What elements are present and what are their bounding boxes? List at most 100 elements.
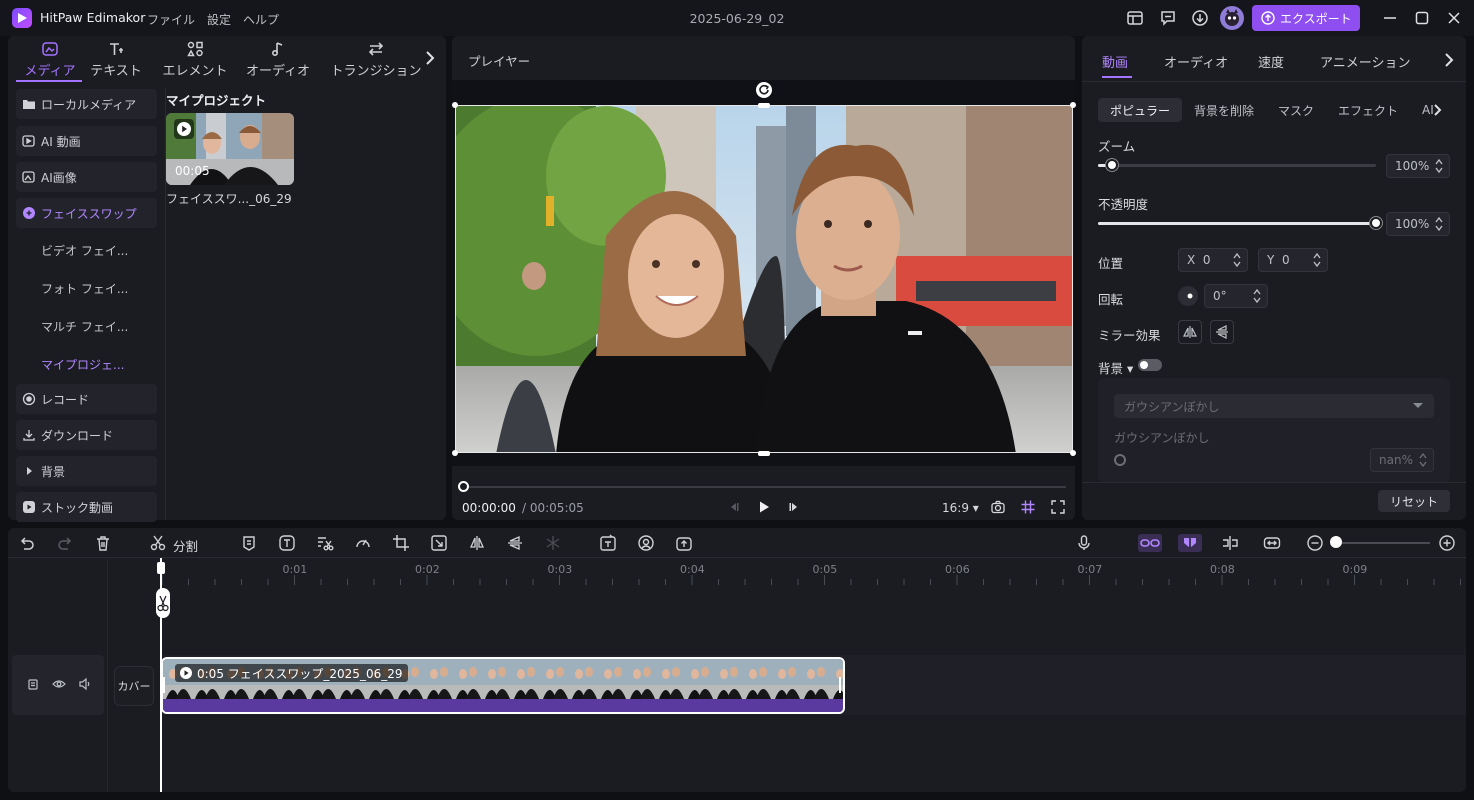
sidebar-item-download[interactable]: ダウンロード [16,420,157,450]
sidebar-sub-my-projects[interactable]: マイプロジェ... [41,356,124,373]
zoom-out-icon[interactable] [1306,534,1324,552]
link-icon[interactable] [1138,534,1162,552]
sidebar-sub-photo-face[interactable]: フォト フェイ... [41,280,128,297]
flip-vertical-icon[interactable] [1210,320,1234,344]
close-icon[interactable] [1445,9,1463,27]
subtab-mask[interactable]: マスク [1278,98,1314,122]
text-box-icon[interactable] [278,534,296,552]
redo-icon[interactable] [56,534,74,552]
reset-button[interactable]: リセット [1378,490,1450,512]
stepper-icon[interactable] [1253,288,1261,304]
clip-trim-handle-left[interactable] [163,677,165,693]
flip-horizontal-icon[interactable] [1178,320,1202,344]
stepper-icon[interactable] [1233,252,1241,268]
speed-icon[interactable] [354,534,372,552]
fit-timeline-icon[interactable] [1263,534,1281,552]
tab-element[interactable]: エレメント [158,36,232,80]
resize-handle[interactable] [758,103,770,108]
export-button[interactable]: エクスポート [1252,5,1360,31]
sidebar-sub-video-face[interactable]: ビデオ フェイ... [41,242,128,259]
subtab-popular[interactable]: ポピュラー [1098,98,1183,122]
feedback-icon[interactable] [1159,9,1177,27]
video-clip[interactable]: 0:05 フェイススワップ_2025_06_29 [161,657,845,714]
grid-icon[interactable] [1020,499,1036,515]
sidebar-item-background[interactable]: 背景 [16,456,157,486]
tab-speed[interactable]: 速度 [1258,52,1284,71]
split-screen-icon[interactable] [1221,534,1239,552]
undo-icon[interactable] [18,534,36,552]
eye-icon[interactable] [52,677,66,691]
playback-progress-knob[interactable] [458,481,469,492]
opacity-slider-knob[interactable] [1370,217,1382,229]
background-label[interactable]: 背景 ▾ [1098,358,1133,377]
maximize-icon[interactable] [1413,9,1431,27]
stepper-icon[interactable] [1313,252,1321,268]
fullscreen-icon[interactable] [1050,499,1066,515]
tab-audio[interactable]: オーディオ [242,36,314,80]
export-clip-icon[interactable] [675,534,693,552]
stepper-icon[interactable] [1435,158,1443,174]
tab-transition[interactable]: トランジション [328,36,424,80]
tab-text[interactable]: テキスト [86,36,146,80]
blur-value-field[interactable]: nan% [1370,448,1434,472]
clip-trim-handle-right[interactable] [839,677,841,693]
opacity-value-field[interactable]: 100% [1386,212,1450,236]
zoom-in-icon[interactable] [1438,534,1456,552]
zoom-slider-knob[interactable] [1105,159,1118,171]
split-button[interactable]: 分割 [173,536,198,555]
tab-media[interactable]: メディア [14,36,86,80]
resize-handle[interactable] [1070,102,1076,108]
stepper-icon[interactable] [1419,452,1427,468]
sidebar-item-ai-video[interactable]: AI 動画 [16,126,157,156]
auto-caption-icon[interactable] [599,534,617,552]
resize-icon[interactable] [430,534,448,552]
volume-icon[interactable] [78,677,92,691]
playback-progress-track[interactable] [466,486,1066,488]
delete-icon[interactable] [94,534,112,552]
timeline-zoom-knob[interactable] [1330,536,1342,548]
crop-icon[interactable] [392,534,410,552]
tab-audio-props[interactable]: オーディオ [1164,52,1228,71]
layout-icon[interactable] [1126,9,1144,27]
scissors-icon[interactable] [149,534,167,552]
sidebar-item-ai-image[interactable]: AI画像 [16,162,157,192]
chevron-right-icon[interactable] [1430,100,1444,120]
resize-handle[interactable] [758,451,770,456]
microphone-icon[interactable] [1075,534,1093,552]
auto-cut-icon[interactable] [316,534,334,552]
chevron-right-icon[interactable] [1440,50,1458,70]
blur-type-select[interactable]: ガウシアンぼかし [1114,394,1434,418]
tab-video[interactable]: 動画 [1102,52,1128,71]
snapshot-icon[interactable] [990,499,1006,515]
rotate-icon[interactable] [756,82,772,98]
zoom-value-field[interactable]: 100% [1386,154,1450,178]
minimize-icon[interactable] [1381,9,1399,27]
subtab-remove-bg[interactable]: 背景を削除 [1194,98,1254,122]
tab-animation[interactable]: アニメーション [1320,52,1410,71]
resize-handle[interactable] [1070,450,1076,456]
video-preview[interactable] [452,80,1076,466]
zoom-slider-track[interactable] [1098,164,1376,167]
rotation-value-field[interactable]: 0° [1204,284,1268,308]
position-x-field[interactable]: X 0 [1178,248,1248,272]
sidebar-sub-multi-face[interactable]: マルチ フェイ... [41,318,128,335]
video-frame[interactable] [455,105,1073,453]
freeze-icon[interactable] [544,534,562,552]
chevron-right-icon[interactable] [422,48,438,68]
marker-icon[interactable] [240,534,258,552]
next-frame-icon[interactable] [786,499,802,515]
aspect-ratio-select[interactable]: 16:9 ▾ [942,501,979,515]
mirror-horizontal-icon[interactable] [468,534,486,552]
playhead-handle[interactable] [157,562,165,574]
mirror-vertical-icon[interactable] [506,534,524,552]
timeline-zoom-track[interactable] [1338,542,1430,544]
lock-track-icon[interactable] [26,677,40,691]
user-avatar-icon[interactable] [1220,6,1244,30]
split-scissors-icon[interactable] [156,588,170,618]
sidebar-item-stock-video[interactable]: ストック動画 [16,492,157,522]
resize-handle[interactable] [452,450,458,456]
download-circle-icon[interactable] [1191,9,1209,27]
play-button-icon[interactable] [756,499,772,515]
stepper-icon[interactable] [1435,216,1443,232]
sidebar-item-face-swap[interactable]: フェイススワップ [16,198,157,228]
